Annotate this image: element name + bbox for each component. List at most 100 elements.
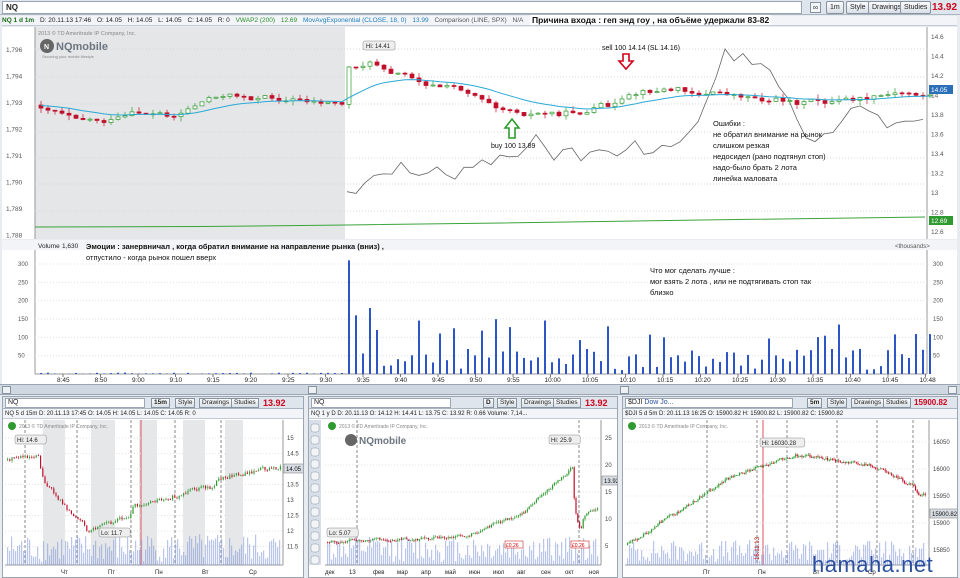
- panel-volume-bar: [717, 558, 719, 565]
- panel-candle-body: [46, 483, 48, 487]
- panel-volume-bar: [589, 545, 591, 565]
- volume-bar: [873, 369, 875, 374]
- panel-symbol-input[interactable]: $DJI Dow Jo...: [625, 398, 793, 408]
- panel-dji-5m[interactable]: $DJI Dow Jo... 5m Style Drawings Studies…: [622, 396, 958, 578]
- panel-style-button[interactable]: Style: [497, 398, 518, 408]
- annotation-error-line: недосидел (рано подтянул стоп): [713, 152, 826, 161]
- panel-candle-body: [548, 488, 550, 491]
- panel-volume-bar: [551, 555, 553, 565]
- panel-volume-bar: [139, 550, 141, 565]
- volume-bar: [425, 354, 427, 374]
- volume-bar: [40, 373, 42, 374]
- volume-bar: [929, 334, 931, 374]
- panel-volume-bar: [645, 559, 647, 565]
- panel-candle-body: [807, 454, 809, 456]
- panel-timeframe-button[interactable]: D: [483, 398, 494, 408]
- panel-toolbar: $DJI Dow Jo... 5m Style Drawings Studies…: [623, 397, 957, 409]
- panel-style-button[interactable]: Style: [827, 398, 848, 408]
- volume-chart-canvas[interactable]: Volume 1,630 <thousands> 300 300 250 250 200 200…: [2, 240, 957, 385]
- info-comparison[interactable]: Comparison (LINE, SPX): [434, 17, 506, 24]
- panel-studies-button[interactable]: Studies: [553, 398, 581, 408]
- collapse-mid-icon[interactable]: [308, 386, 317, 394]
- panel-volume-bar: [695, 551, 697, 565]
- candle-body: [199, 101, 205, 107]
- volume-bar: [530, 360, 532, 374]
- panel-volume-bar: [145, 549, 147, 565]
- time-tick: 9:35: [357, 377, 370, 384]
- panel-candle-body: [655, 526, 657, 528]
- panel-drawings-button[interactable]: Drawings: [199, 398, 233, 408]
- panel-studies-button[interactable]: Studies: [231, 398, 259, 408]
- panel-x-tick: фев: [373, 570, 384, 576]
- panel-nq-daily[interactable]: NQ D Style Drawings Studies 13.92 NQ 1 y…: [308, 396, 618, 578]
- panel-volume-bar: [231, 545, 233, 565]
- panel-symbol-input[interactable]: NQ: [5, 398, 145, 408]
- panel-candle-body: [462, 535, 464, 537]
- panel-candle-body: [691, 504, 693, 505]
- panel-candle-body: [627, 542, 629, 545]
- panel-symbol-input[interactable]: NQ: [311, 398, 451, 408]
- panel-timeframe-button[interactable]: 5m: [807, 398, 823, 408]
- panel-volume-bar: [497, 548, 499, 565]
- panel-candle-body: [555, 482, 557, 484]
- timeframe-button[interactable]: 1m: [826, 1, 844, 14]
- panel-drawings-button[interactable]: Drawings: [521, 398, 555, 408]
- panel-drawings-button[interactable]: Drawings: [851, 398, 885, 408]
- grid-separator-bar: [0, 384, 960, 395]
- panel-tool-icon: [310, 507, 320, 517]
- main-chart-canvas[interactable]: 1,796 1,794 1,793 1,792 1,791 1,790 1,789 1,788…: [2, 27, 957, 239]
- panel-hi-label: Hi: 16030.28: [762, 441, 797, 447]
- panel-volume-bar: [129, 550, 131, 565]
- panel-candle-body: [662, 520, 664, 523]
- panel-chart-canvas[interactable]: 2013 © TD Ameritrade IP Company, Inc. 15 1…: [3, 420, 304, 578]
- panel-candle-body: [699, 496, 701, 500]
- panel-price-tag: 14.05: [286, 467, 302, 473]
- panel-volume-bar: [429, 557, 431, 565]
- panel-volume-bar: [633, 542, 635, 565]
- info-movavg[interactable]: MovAvgExponential (CLOSE, 18, 0): [303, 17, 407, 24]
- panel-volume-bar: [533, 541, 535, 565]
- link-icon[interactable]: ∞: [810, 2, 821, 13]
- time-tick: 10:25: [732, 377, 749, 384]
- panel-candle-body: [526, 509, 528, 512]
- volume-chart[interactable]: Volume 1,630 <thousands> 300 300 250 250 200 200…: [2, 240, 957, 385]
- symbol-input[interactable]: NQ: [2, 1, 802, 14]
- vwap-tag: 12.69: [931, 218, 948, 225]
- panel-volume-bar: [441, 561, 443, 565]
- volume-bar: [565, 364, 567, 374]
- panel-candle-body: [73, 513, 75, 517]
- panel-volume-bar: [763, 554, 765, 565]
- panel-volume-bar: [39, 558, 41, 565]
- panel-volume-bar: [45, 560, 47, 565]
- style-button[interactable]: Style: [846, 1, 870, 14]
- candle-body: [773, 97, 779, 102]
- panel-style-button[interactable]: Style: [175, 398, 196, 408]
- main-price-chart[interactable]: 1,796 1,794 1,793 1,792 1,791 1,790 1,789 1,788…: [2, 27, 957, 239]
- panel-candle-body: [873, 466, 875, 468]
- panel-candle-body: [755, 467, 757, 469]
- panel-nq-15m[interactable]: NQ 15m Style Drawings Studies 13.92 NQ 5…: [2, 396, 304, 578]
- panel-volume-bar: [399, 559, 401, 565]
- panel-volume-bar: [373, 538, 375, 565]
- panel-volume-bar: [543, 538, 545, 565]
- panel-studies-button[interactable]: Studies: [883, 398, 911, 408]
- info-vwap[interactable]: VWAP2 (200): [236, 17, 276, 24]
- panel-candle-body: [424, 537, 426, 539]
- panel-candle-body: [490, 524, 492, 528]
- panel-candle-body: [264, 467, 266, 470]
- volume-bar: [768, 338, 770, 374]
- panel-candle-body: [453, 537, 455, 538]
- panel-volume-bar: [135, 540, 137, 565]
- panel-chart-canvas[interactable]: 2013 © TD Ameritrade IP Company, Inc. 25 2…: [309, 420, 618, 578]
- collapse-left-icon[interactable]: [2, 386, 11, 394]
- panel-price: 15900.82: [914, 398, 948, 407]
- collapse-mid2-icon[interactable]: [620, 386, 629, 394]
- studies-button[interactable]: Studies: [900, 1, 932, 14]
- panel-timeframe-button[interactable]: 15m: [151, 398, 171, 408]
- panel-candle-body: [408, 539, 410, 541]
- panel-candle-body: [99, 525, 101, 527]
- panel-candle-body: [900, 478, 902, 479]
- panel-tool-icon: [310, 483, 320, 493]
- panel-volume-bar: [21, 541, 23, 565]
- collapse-right-icon[interactable]: [948, 386, 957, 394]
